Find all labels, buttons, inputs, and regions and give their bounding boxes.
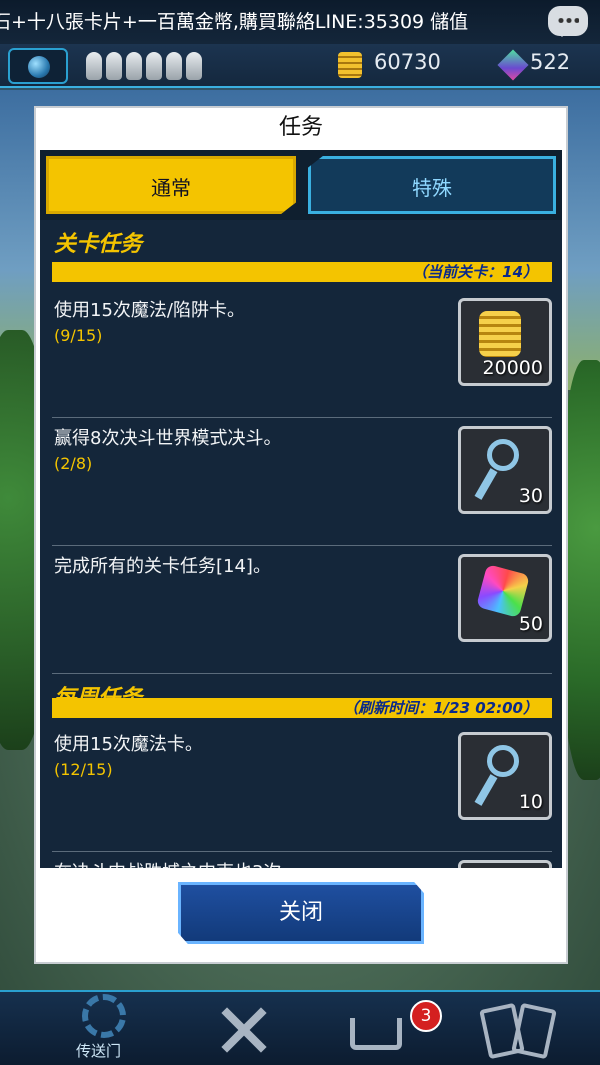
gold-icon xyxy=(338,52,362,78)
dialog-footer: 关闭 xyxy=(36,868,566,962)
gold-amount: 60730 xyxy=(374,50,441,74)
gear-icon xyxy=(82,994,126,1038)
mission-item: 在决斗中战胜城之内克也3次。 xyxy=(40,852,562,868)
reward-quantity: 30 xyxy=(518,485,543,507)
tab-special[interactable]: 特殊 xyxy=(308,156,556,214)
gem-amount: 522 xyxy=(530,50,571,74)
pip-icon xyxy=(146,52,162,80)
bottom-nav: 传送门 3 xyxy=(0,990,600,1065)
nav-shop[interactable]: 3 xyxy=(336,992,446,1065)
cards-icon xyxy=(511,1002,557,1060)
nav-teleport-label: 传送门 xyxy=(76,1042,122,1060)
dialog-title: 任务 xyxy=(278,115,323,140)
key-icon xyxy=(487,745,519,777)
gem-currency-icon xyxy=(497,49,529,81)
mission-item: 赢得8次决斗世界模式决斗。 (2/8) 30 xyxy=(40,418,562,546)
marquee-text: 石+十八張卡片+一百萬金幣,購買聯絡LINE:35309 儲值 xyxy=(0,11,469,33)
mission-name: 使用15次魔法/陷阱卡。 xyxy=(54,300,245,321)
chat-icon[interactable] xyxy=(548,6,588,37)
gem-icon xyxy=(476,564,530,618)
globe-button[interactable] xyxy=(8,48,68,84)
mission-name: 赢得8次决斗世界模式决斗。 xyxy=(54,428,282,449)
tab-bar: 通常 特殊 xyxy=(40,150,562,220)
mission-list[interactable]: 关卡任务 （当前关卡：14） 使用15次魔法/陷阱卡。 (9/15) 20000… xyxy=(40,220,562,868)
missions-dialog: 任务 通常 特殊 关卡任务 （当前关卡：14） 使用15次魔法/陷阱卡。 (9/… xyxy=(34,106,568,964)
nav-deck[interactable] xyxy=(474,992,574,1065)
shopping-cart-icon xyxy=(350,1018,402,1050)
gold-coins-icon xyxy=(479,311,521,357)
reward-box[interactable]: 50 xyxy=(458,554,552,642)
status-bar: 60730 522 xyxy=(0,44,600,88)
reward-quantity: 20000 xyxy=(482,357,543,379)
announcement-marquee: 石+十八張卡片+一百萬金幣,購買聯絡LINE:35309 儲值 xyxy=(0,0,600,44)
crossed-swords-icon xyxy=(216,1002,272,1058)
reward-box[interactable]: 30 xyxy=(458,426,552,514)
section-bar: （当前关卡：14） xyxy=(52,262,552,282)
nav-duel[interactable] xyxy=(208,992,288,1065)
reward-box[interactable]: 10 xyxy=(458,732,552,820)
pip-icon xyxy=(86,52,102,80)
mission-name: 完成所有的关卡任务[14]。 xyxy=(54,556,271,577)
reward-quantity: 50 xyxy=(518,613,543,635)
life-pips xyxy=(86,52,202,80)
pip-icon xyxy=(126,52,142,80)
close-button[interactable]: 关闭 xyxy=(178,882,424,944)
mission-progress: (2/8) xyxy=(54,454,93,473)
section-title: 关卡任务 xyxy=(54,232,143,257)
section-bar-text: （当前关卡：14） xyxy=(412,263,538,281)
pip-icon xyxy=(186,52,202,80)
key-icon xyxy=(487,439,519,471)
pip-icon xyxy=(166,52,182,80)
pip-icon xyxy=(106,52,122,80)
nav-teleport[interactable]: 传送门 xyxy=(20,992,170,1065)
notification-badge: 3 xyxy=(410,1000,442,1032)
mission-item: 使用15次魔法/陷阱卡。 (9/15) 20000 xyxy=(40,290,562,418)
mission-progress: (9/15) xyxy=(54,326,103,345)
mission-item: 使用15次魔法卡。 (12/15) 10 xyxy=(40,724,562,852)
mission-name: 在决斗中战胜城之内克也3次。 xyxy=(54,858,299,868)
divider xyxy=(52,673,552,674)
section-bar-text: （刷新时间：1/23 02:00） xyxy=(343,699,538,717)
reward-box[interactable] xyxy=(458,860,552,868)
reward-box[interactable]: 20000 xyxy=(458,298,552,386)
globe-icon xyxy=(28,56,50,78)
tab-normal[interactable]: 通常 xyxy=(46,156,296,214)
mission-item: 完成所有的关卡任务[14]。 50 xyxy=(40,546,562,674)
mission-name: 使用15次魔法卡。 xyxy=(54,734,203,755)
reward-quantity: 10 xyxy=(518,791,543,813)
mission-progress: (12/15) xyxy=(54,760,113,779)
section-bar: （刷新时间：1/23 02:00） xyxy=(52,698,552,718)
